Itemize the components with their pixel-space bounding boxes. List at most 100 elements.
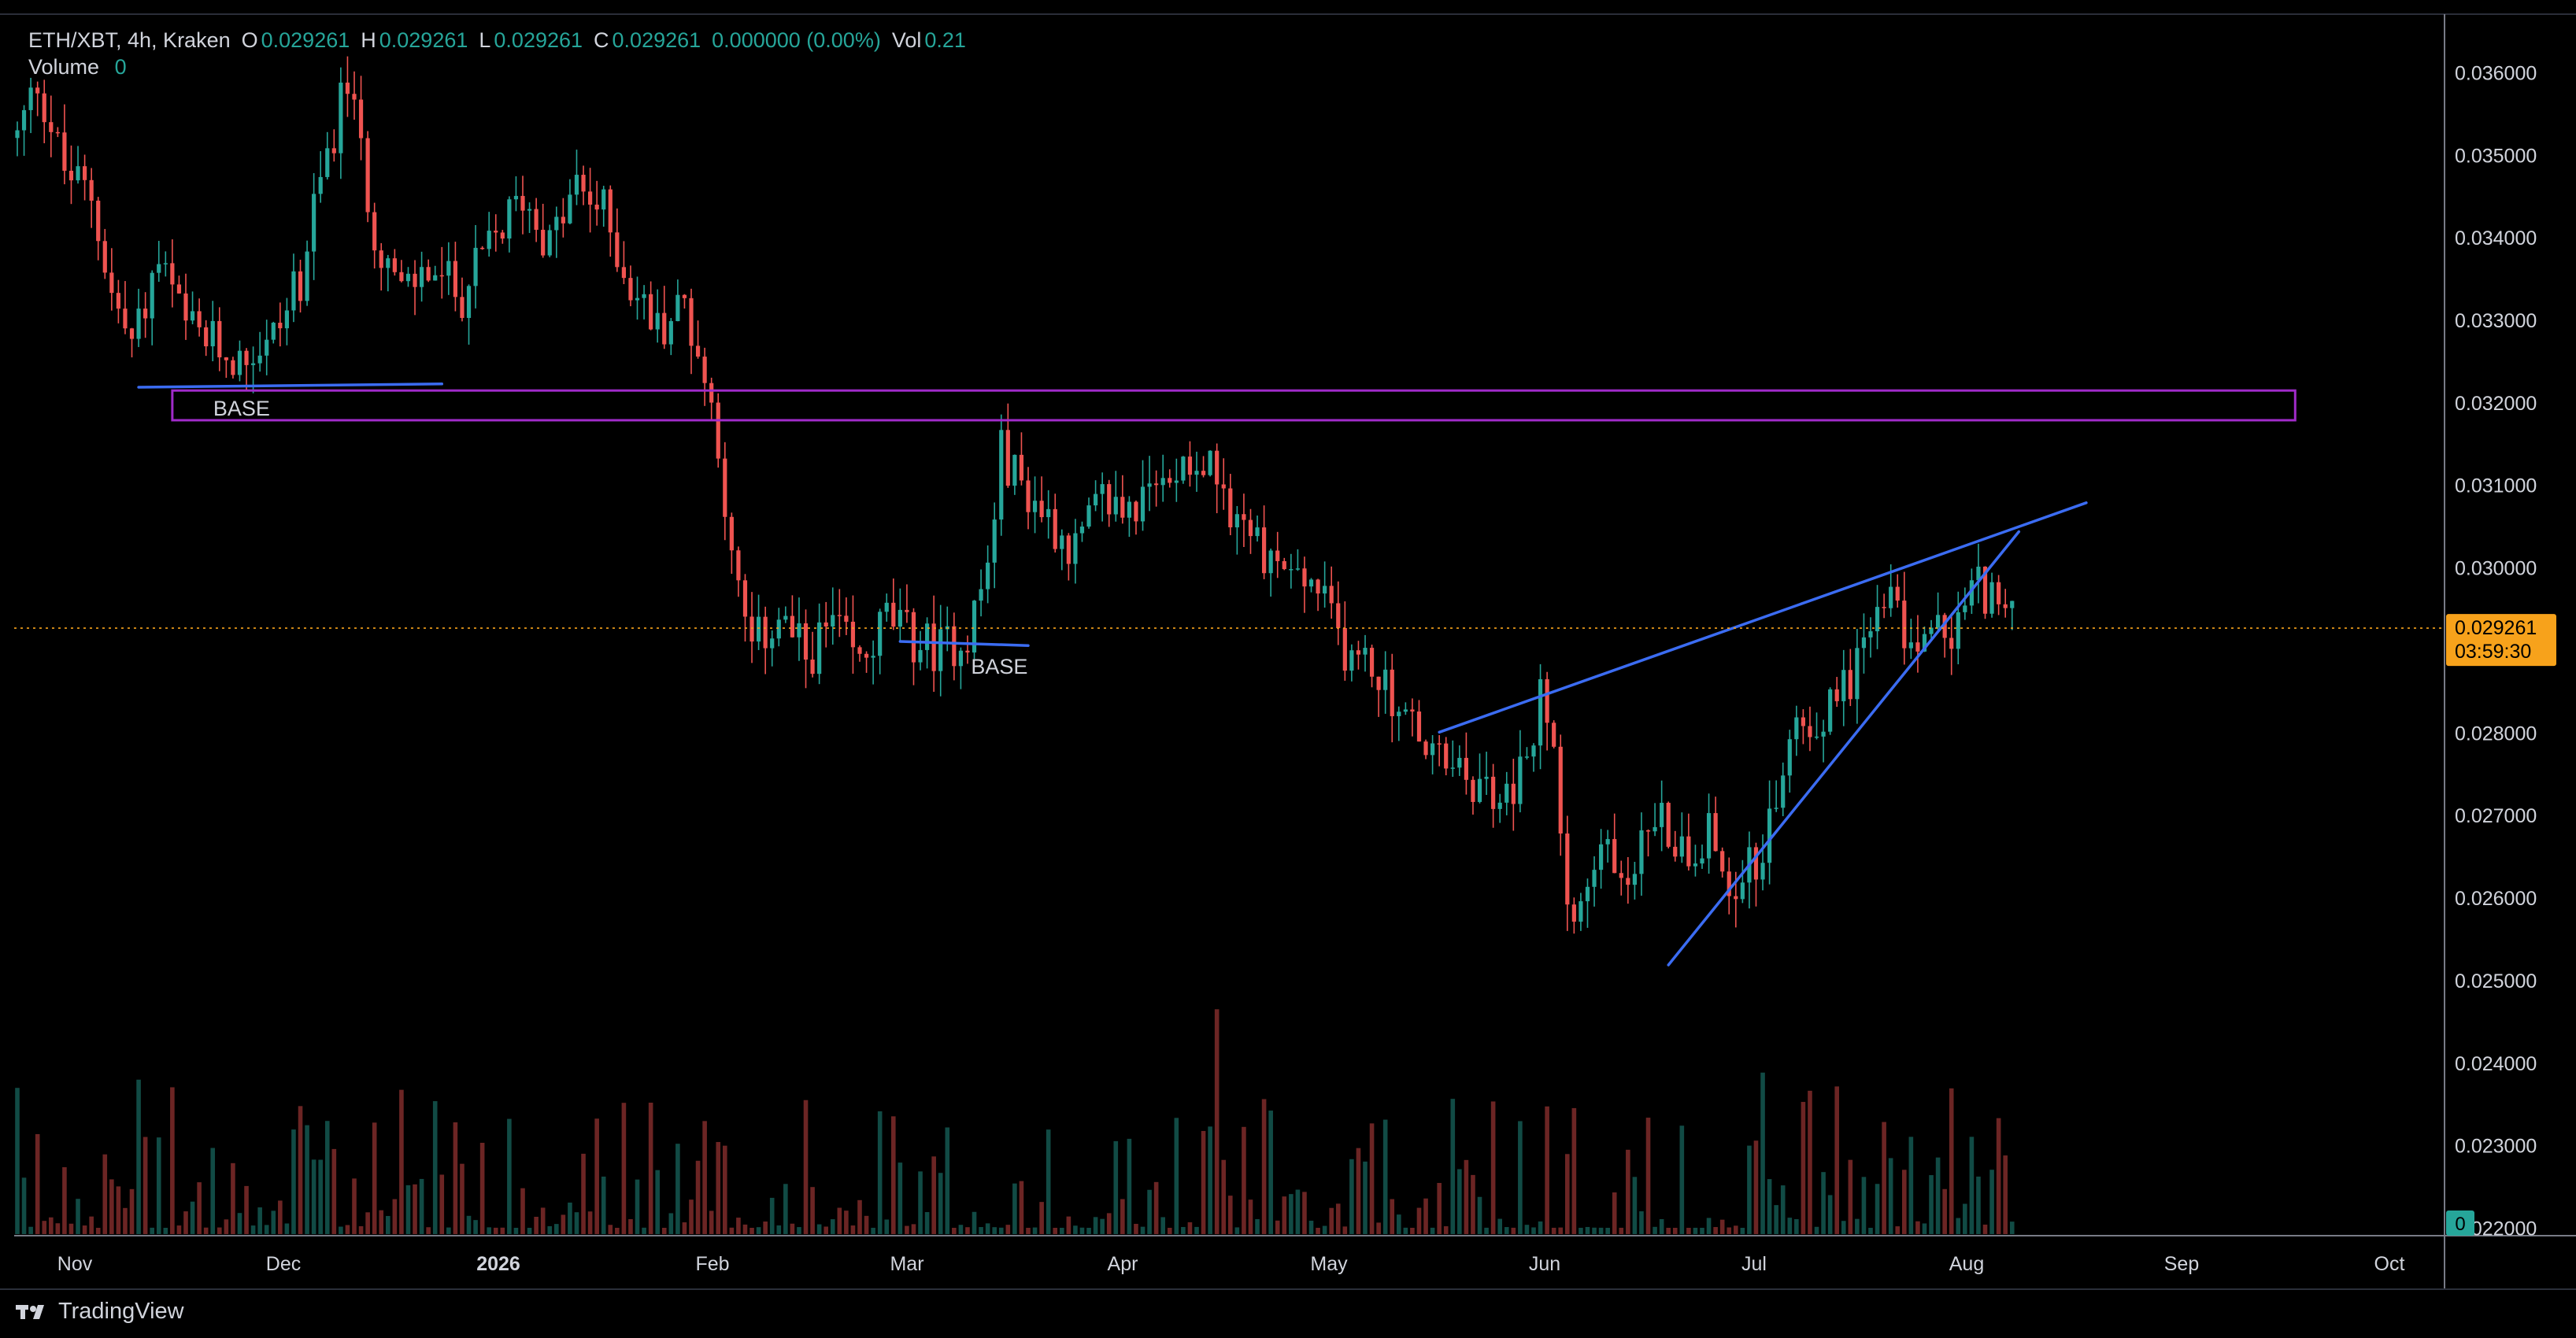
candle-body bbox=[655, 312, 660, 330]
volume-bar bbox=[1032, 1227, 1038, 1234]
candle-body bbox=[1700, 858, 1704, 864]
volume-bar bbox=[790, 1223, 795, 1234]
volume-bar bbox=[972, 1211, 977, 1234]
candle-body bbox=[1949, 638, 1954, 649]
volume-bar bbox=[1490, 1101, 1496, 1234]
candle-body bbox=[487, 231, 491, 249]
volume-bar bbox=[527, 1227, 532, 1234]
tradingview-brand: TradingView bbox=[58, 1299, 184, 1324]
candle-body bbox=[494, 231, 498, 233]
candle-body bbox=[265, 339, 269, 356]
volume-bar bbox=[1127, 1138, 1132, 1234]
volume-bar bbox=[1214, 1009, 1220, 1234]
volume-bar bbox=[1140, 1226, 1146, 1234]
volume-bar bbox=[1382, 1119, 1388, 1234]
candle-body bbox=[257, 355, 262, 364]
volume-bar bbox=[28, 1226, 33, 1234]
y-tick-label: 0.031000 bbox=[2455, 475, 2537, 497]
candle-body bbox=[163, 263, 168, 264]
candle-body bbox=[574, 175, 579, 195]
candle-body bbox=[1437, 743, 1442, 745]
candle-body bbox=[1471, 779, 1475, 802]
volume-bar bbox=[520, 1188, 525, 1234]
candle-body bbox=[210, 320, 215, 346]
tradingview-logo[interactable]: TradingView bbox=[16, 1299, 184, 1325]
volume-bar bbox=[1464, 1159, 1469, 1234]
candle-body bbox=[911, 612, 916, 663]
candle-body bbox=[1693, 863, 1698, 867]
volume-bar bbox=[992, 1227, 997, 1234]
volume-bar bbox=[1982, 1224, 1988, 1234]
candle-body bbox=[1915, 642, 1920, 652]
volume-bar bbox=[291, 1129, 296, 1234]
volume-bar bbox=[615, 1227, 620, 1234]
volume-bar bbox=[318, 1159, 323, 1234]
volume-bar bbox=[1780, 1185, 1786, 1234]
candle-body bbox=[1753, 847, 1759, 880]
candle-body bbox=[1134, 501, 1138, 522]
volume-bar bbox=[1511, 1227, 1516, 1234]
volume-bar bbox=[1861, 1177, 1867, 1234]
volume-bar bbox=[587, 1211, 593, 1234]
legend-vol: 0.21 bbox=[924, 28, 966, 52]
candle-body bbox=[284, 310, 289, 329]
volume-bar bbox=[1181, 1226, 1186, 1234]
volume-bar bbox=[1787, 1218, 1793, 1234]
candle-body bbox=[1302, 568, 1307, 587]
volume-bar bbox=[1147, 1189, 1152, 1234]
volume-bar bbox=[945, 1127, 950, 1234]
candle-body bbox=[1531, 745, 1536, 757]
volume-bar bbox=[1100, 1218, 1105, 1234]
volume-bar bbox=[850, 1225, 856, 1234]
candle-body bbox=[1094, 493, 1098, 506]
volume-bar bbox=[76, 1199, 80, 1234]
volume-bar bbox=[998, 1227, 1004, 1234]
axes: 0.036000 0.035000 0.034000 0.033000 0.032000… bbox=[57, 62, 2537, 1275]
candle-body bbox=[433, 275, 438, 281]
candle-body bbox=[1801, 717, 1805, 726]
volume-bar bbox=[513, 1227, 519, 1234]
candle-body bbox=[642, 294, 646, 298]
volume-bar bbox=[1558, 1227, 1564, 1234]
candle-body bbox=[1936, 615, 1941, 628]
candle-body bbox=[965, 650, 970, 653]
candle-body bbox=[513, 195, 519, 200]
volume-bar bbox=[1700, 1227, 1704, 1234]
candle-body bbox=[1524, 756, 1530, 758]
price-chart[interactable]: BASE BASE 0.036000 0.035000 0.034000 0.03300… bbox=[0, 0, 2576, 1338]
candle-body bbox=[1828, 689, 1833, 732]
volume-bar bbox=[1174, 1118, 1179, 1234]
y-tick-label: 0.035000 bbox=[2455, 145, 2537, 167]
candle-body bbox=[231, 360, 235, 375]
volume-bar bbox=[1747, 1145, 1752, 1234]
candle-body bbox=[716, 402, 720, 459]
candle-body bbox=[1416, 712, 1422, 742]
candles bbox=[15, 56, 2015, 934]
volume-tag-value: 0 bbox=[2455, 1214, 2465, 1235]
volume-bar bbox=[21, 1177, 27, 1234]
candle-body bbox=[331, 148, 336, 153]
candle-body bbox=[547, 230, 552, 256]
candle-body bbox=[1855, 648, 1860, 700]
candle-body bbox=[1268, 550, 1273, 574]
volume-bar bbox=[1356, 1148, 1361, 1234]
candle-body bbox=[1046, 508, 1051, 518]
candle-body bbox=[413, 273, 417, 287]
candle-body bbox=[183, 293, 188, 321]
volume-bar bbox=[1026, 1227, 1031, 1234]
volume-bar bbox=[432, 1101, 438, 1234]
volume-bar bbox=[197, 1182, 202, 1234]
volume-bar bbox=[453, 1122, 458, 1234]
candle-body bbox=[1997, 582, 2001, 604]
volume-bar bbox=[1922, 1223, 1927, 1234]
candle-body bbox=[1774, 808, 1778, 809]
volume-bar bbox=[1727, 1227, 1732, 1234]
legend-volume-label[interactable]: Volume bbox=[28, 55, 99, 79]
candle-body bbox=[1140, 486, 1146, 522]
volume-bar bbox=[1827, 1195, 1833, 1234]
legend-symbol[interactable]: ETH/XBT, 4h, Kraken bbox=[28, 28, 231, 52]
volume-bar bbox=[439, 1174, 445, 1234]
candle-body bbox=[1787, 739, 1792, 776]
volume-bar bbox=[500, 1227, 505, 1234]
candle-body bbox=[1255, 527, 1260, 537]
